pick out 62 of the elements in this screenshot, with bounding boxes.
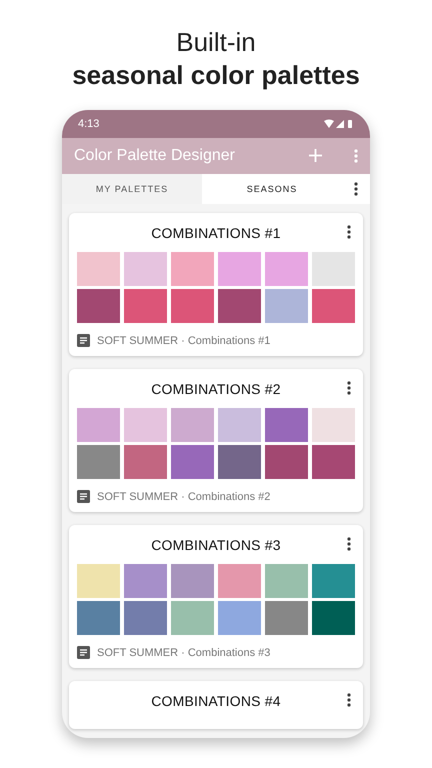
color-swatch[interactable] <box>265 445 308 479</box>
color-swatch[interactable] <box>312 408 355 442</box>
color-swatch[interactable] <box>171 252 214 286</box>
color-swatch[interactable] <box>312 601 355 635</box>
color-swatch[interactable] <box>77 408 120 442</box>
color-swatch[interactable] <box>265 601 308 635</box>
more-icon[interactable] <box>347 381 351 395</box>
color-swatch[interactable] <box>218 445 261 479</box>
app-title: Color Palette Designer <box>74 146 236 165</box>
more-icon[interactable] <box>347 225 351 239</box>
card-title: COMBINATIONS #2 <box>151 380 281 396</box>
color-swatch[interactable] <box>265 289 308 323</box>
color-swatch[interactable] <box>77 445 120 479</box>
color-swatch[interactable] <box>171 564 214 598</box>
status-time: 4:13 <box>78 118 100 130</box>
color-swatch[interactable] <box>124 408 167 442</box>
color-swatch[interactable] <box>218 252 261 286</box>
document-icon <box>77 334 90 347</box>
color-swatch[interactable] <box>312 564 355 598</box>
document-icon <box>77 490 90 503</box>
color-swatch[interactable] <box>218 601 261 635</box>
color-swatch[interactable] <box>265 252 308 286</box>
palette-card[interactable]: COMBINATIONS #3 SOFT SUMMER · Combinations #3 <box>69 525 363 668</box>
palette-card[interactable]: COMBINATIONS #2 SOFT SUMMER · Combinations #2 <box>69 369 363 512</box>
color-swatch[interactable] <box>124 601 167 635</box>
color-swatch[interactable] <box>312 445 355 479</box>
card-title: COMBINATIONS #3 <box>151 536 281 552</box>
color-swatch[interactable] <box>218 564 261 598</box>
tab[interactable]: MY PALETTES <box>62 174 202 204</box>
palette-card[interactable]: COMBINATIONS #1 SOFT SUMMER · Combinations #1 <box>69 213 363 356</box>
color-swatch[interactable] <box>171 445 214 479</box>
headline: Built-in <box>176 26 256 58</box>
color-swatch[interactable] <box>265 408 308 442</box>
card-subtitle: SOFT SUMMER · Combinations #3 <box>97 646 270 658</box>
color-swatch[interactable] <box>312 289 355 323</box>
color-swatch[interactable] <box>265 564 308 598</box>
color-swatch[interactable] <box>77 601 120 635</box>
more-icon[interactable] <box>347 693 351 707</box>
color-swatch[interactable] <box>77 289 120 323</box>
color-swatch[interactable] <box>312 252 355 286</box>
color-swatch[interactable] <box>124 252 167 286</box>
color-swatch[interactable] <box>171 289 214 323</box>
card-title: COMBINATIONS #4 <box>151 692 281 708</box>
card-subtitle: SOFT SUMMER · Combinations #1 <box>97 334 270 346</box>
status-icons-icon <box>324 118 354 129</box>
card-title: COMBINATIONS #1 <box>151 224 281 240</box>
color-swatch[interactable] <box>171 601 214 635</box>
color-swatch[interactable] <box>124 445 167 479</box>
color-swatch[interactable] <box>124 564 167 598</box>
headline: seasonal color palettes <box>72 59 360 92</box>
document-icon <box>77 646 90 659</box>
color-swatch[interactable] <box>124 289 167 323</box>
card-subtitle: SOFT SUMMER · Combinations #2 <box>97 490 270 502</box>
palette-card[interactable]: COMBINATIONS #4 <box>69 681 363 729</box>
more-icon[interactable] <box>347 537 351 551</box>
color-swatch[interactable] <box>218 289 261 323</box>
color-swatch[interactable] <box>77 252 120 286</box>
more-icon[interactable] <box>354 182 358 196</box>
add-icon[interactable] <box>309 149 322 162</box>
color-swatch[interactable] <box>218 408 261 442</box>
color-swatch[interactable] <box>171 408 214 442</box>
color-swatch[interactable] <box>77 564 120 598</box>
